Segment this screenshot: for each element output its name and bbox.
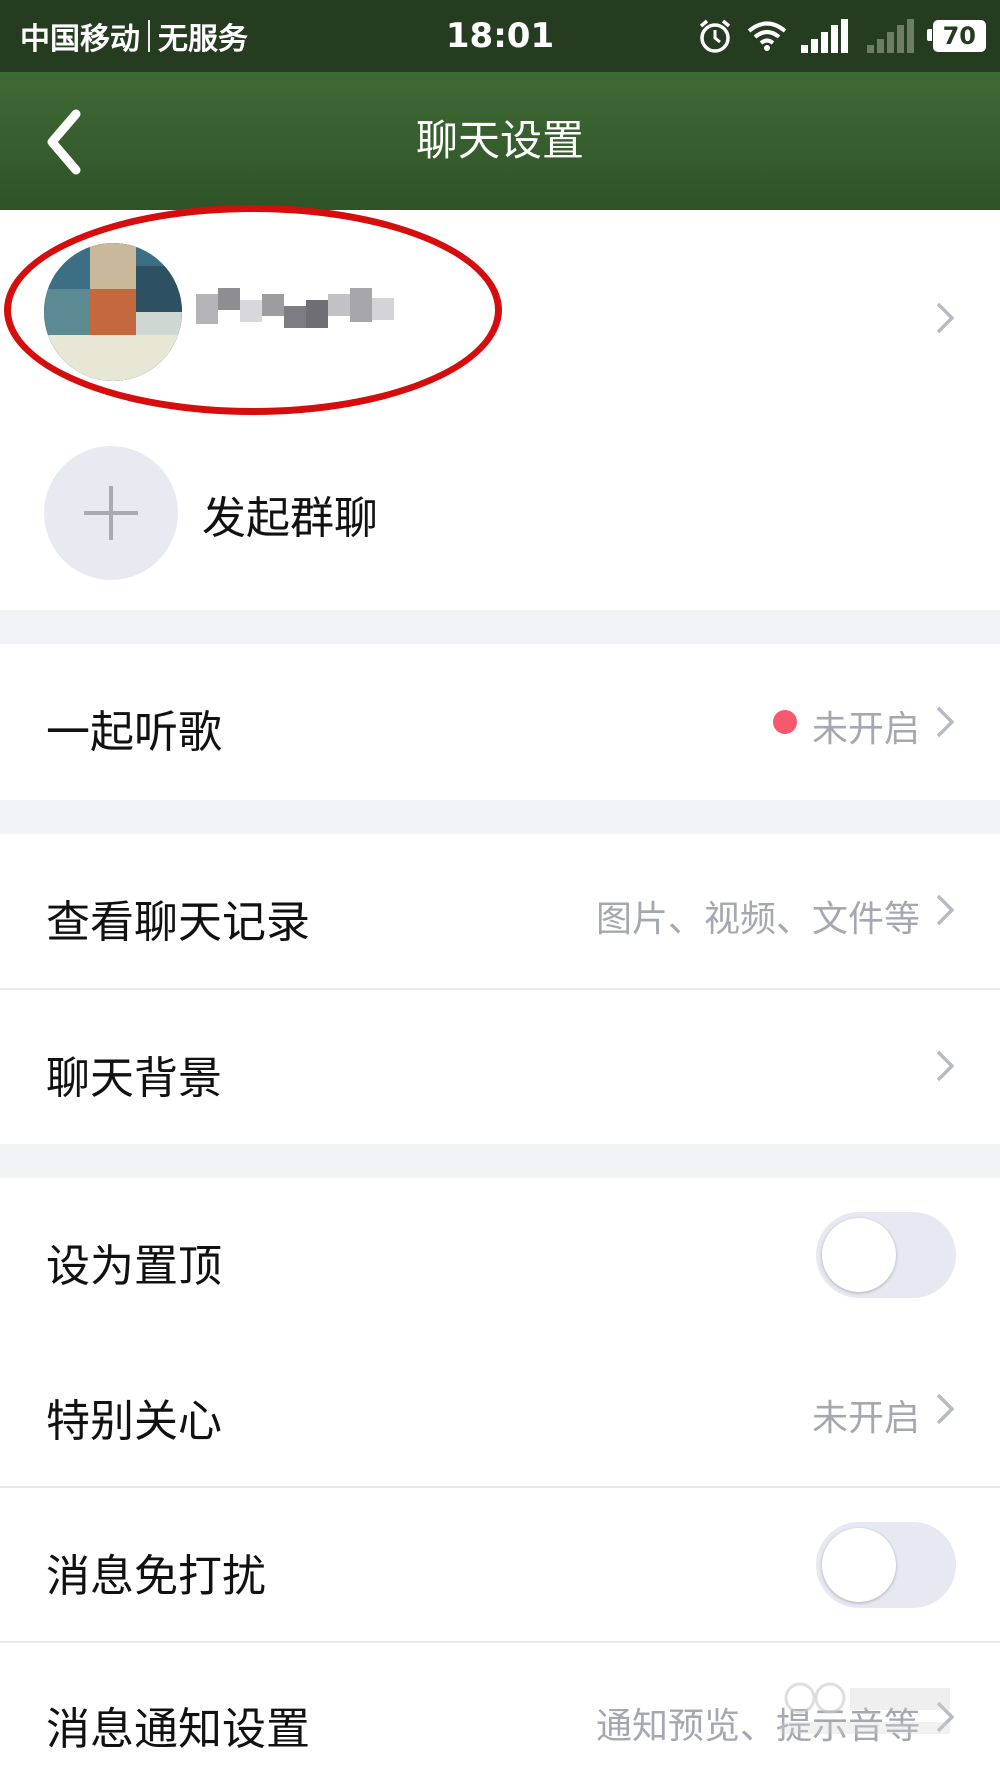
pin-top-label: 设为置顶	[46, 1241, 222, 1292]
do-not-disturb-toggle[interactable]	[816, 1522, 956, 1608]
listen-together-label: 一起听歌	[46, 707, 222, 758]
do-not-disturb-row: 消息免打扰	[0, 1488, 1000, 1643]
wifi-icon	[747, 21, 786, 51]
header-bar: 聊天设置	[0, 72, 1000, 210]
listen-together-status: 未开启	[811, 709, 920, 750]
start-group-chat-row[interactable]: 发起群聊	[0, 410, 1000, 610]
status-bar: 中国移动 无服务 18:01 70	[0, 0, 1000, 72]
chat-history-detail: 图片、视频、文件等	[595, 899, 920, 940]
toggle-knob	[822, 1218, 896, 1292]
listen-together-row[interactable]: 一起听歌 未开启	[0, 644, 1000, 800]
chat-history-label: 查看聊天记录	[46, 897, 310, 948]
chevron-right-icon	[936, 1050, 955, 1082]
watermark-logo	[760, 1670, 960, 1757]
chevron-right-icon	[936, 1393, 955, 1425]
status-dot	[773, 710, 797, 734]
watermark-icon	[780, 1682, 950, 1734]
signal-strength-secondary-icon	[866, 19, 914, 53]
status-icons: 70	[697, 0, 986, 72]
battery-indicator: 70	[926, 20, 986, 52]
chevron-right-icon	[936, 302, 955, 334]
chat-background-row[interactable]: 聊天背景	[0, 990, 1000, 1144]
pin-top-toggle[interactable]	[816, 1212, 956, 1298]
start-group-chat-label: 发起群聊	[202, 493, 378, 544]
chevron-right-icon	[936, 894, 955, 926]
signal-strength-icon	[800, 19, 848, 53]
plus-icon	[84, 486, 138, 540]
do-not-disturb-label: 消息免打扰	[46, 1551, 266, 1602]
chat-history-row[interactable]: 查看聊天记录 图片、视频、文件等	[0, 834, 1000, 988]
add-member-button[interactable]	[44, 446, 178, 580]
chat-background-label: 聊天背景	[46, 1053, 222, 1104]
alarm-icon	[699, 19, 730, 53]
chevron-right-icon	[936, 706, 955, 738]
toggle-knob	[822, 1528, 896, 1602]
special-care-label: 特别关心	[46, 1396, 222, 1447]
pin-top-row: 设为置顶	[0, 1178, 1000, 1333]
annotation-circle	[4, 205, 502, 415]
special-care-status: 未开启	[811, 1398, 920, 1439]
special-care-row[interactable]: 特别关心 未开启	[0, 1333, 1000, 1488]
chat-content-section: 查看聊天记录 图片、视频、文件等 聊天背景	[0, 834, 1000, 1144]
notification-settings-label: 消息通知设置	[46, 1704, 310, 1755]
page-title: 聊天设置	[415, 116, 584, 165]
